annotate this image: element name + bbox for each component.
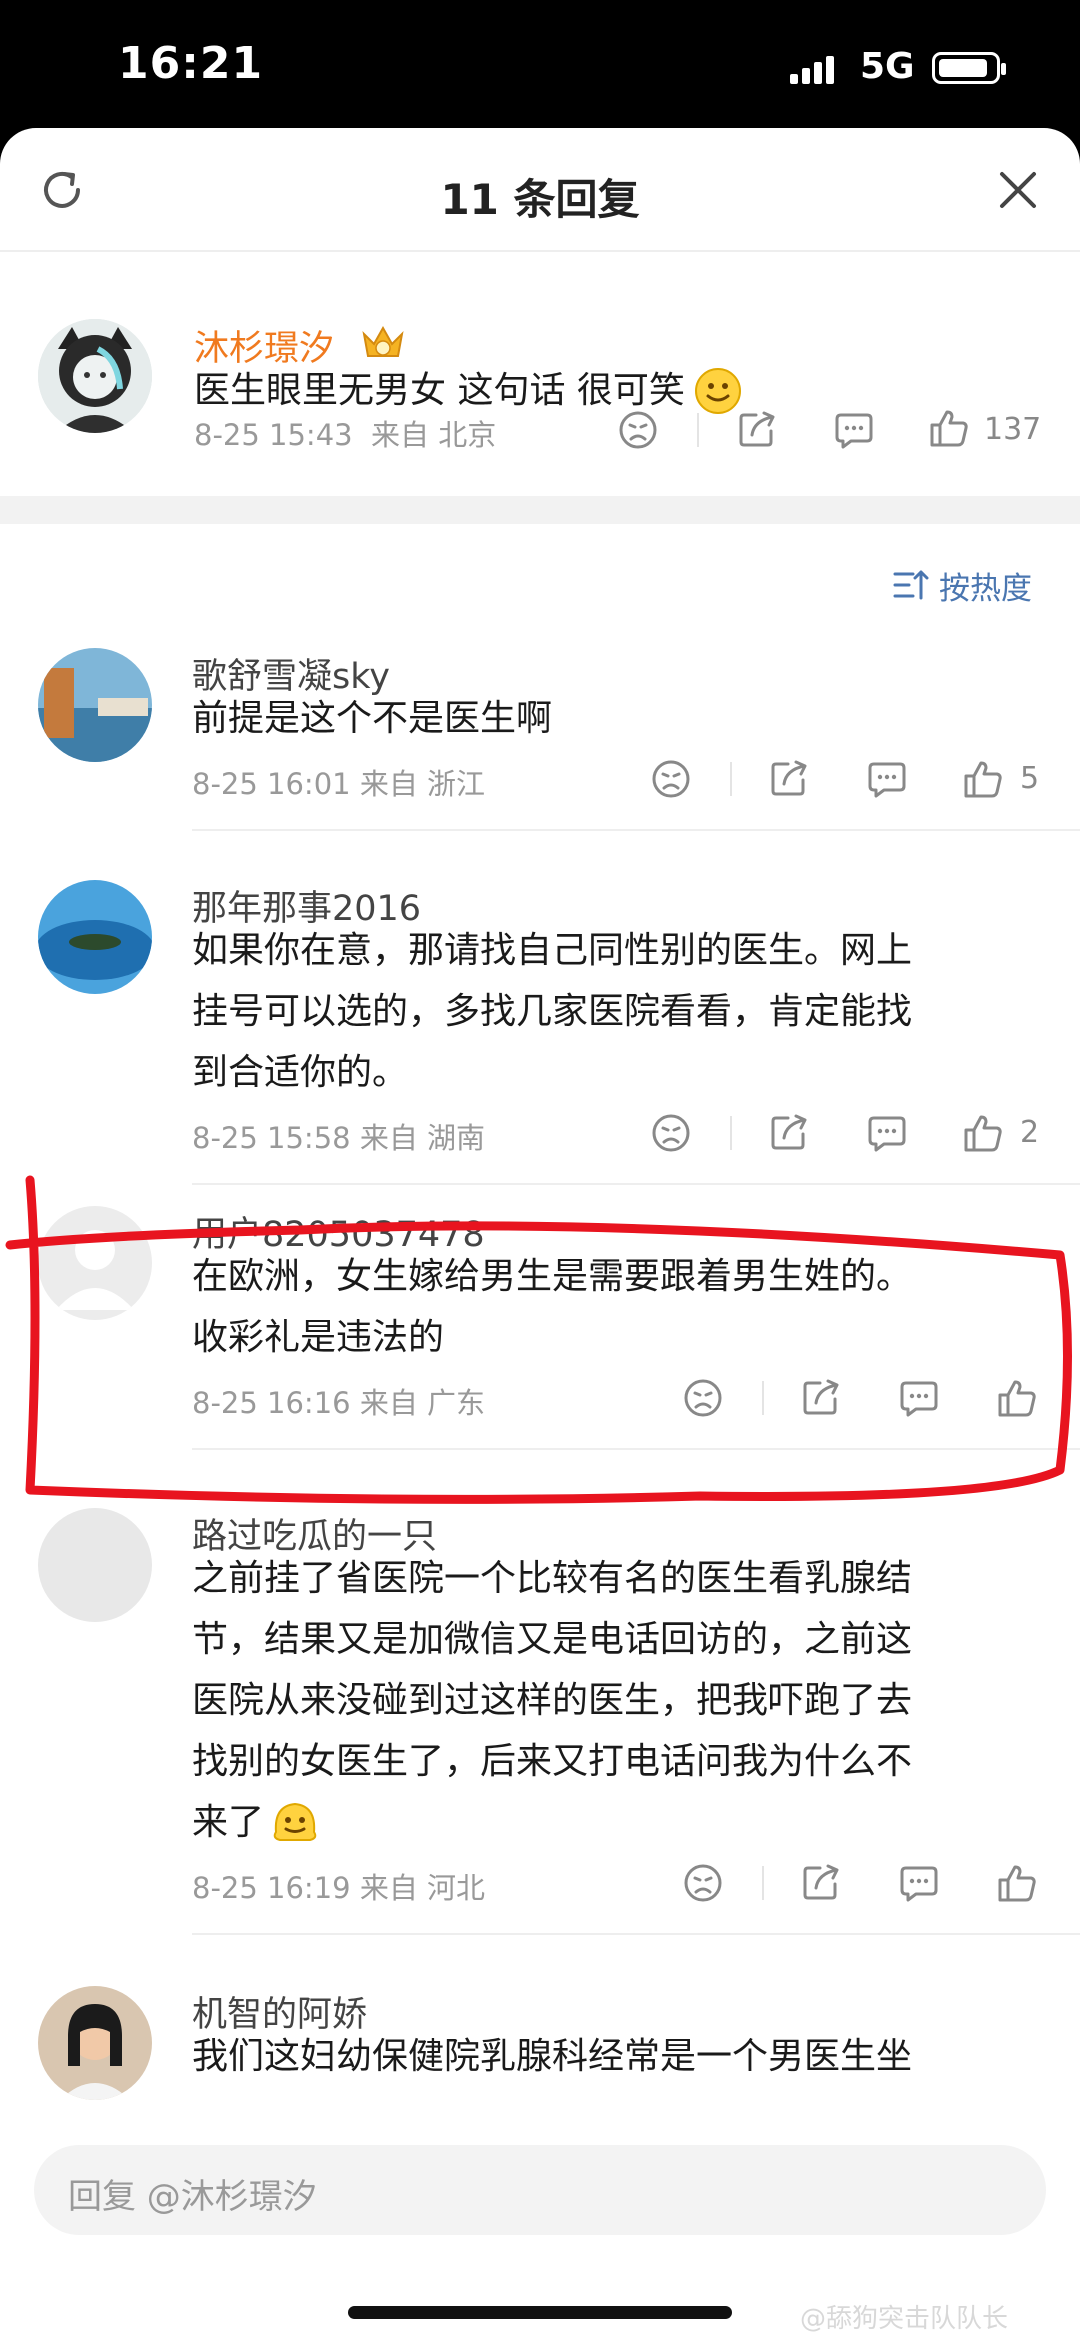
avatar[interactable] [38, 319, 152, 433]
reply-text-line: 找别的女医生了，后来又打电话问我为什么不 [192, 1741, 913, 1782]
sort-by-heat-button[interactable]: 按热度 [893, 564, 1032, 607]
avatar-image-icon [38, 880, 152, 994]
comment-icon[interactable] [898, 1377, 940, 1419]
share-icon[interactable] [768, 1112, 810, 1154]
watermark: @舔狗突击队队长 [800, 2304, 1009, 2334]
reply-text-line: 在欧洲，女生嫁给男生是需要跟着男生姓的。 [192, 1256, 913, 1297]
section-gap [0, 496, 1080, 524]
reply-meta: 8-25 16:16 来自 广东 [192, 1380, 485, 1422]
original-date: 8-25 15:43 [194, 418, 353, 452]
share-icon[interactable] [800, 1862, 842, 1904]
reply-text-line: 前提是这个不是医生啊 [192, 698, 553, 739]
dislike-icon[interactable] [650, 1112, 692, 1154]
comment-icon[interactable] [898, 1862, 940, 1904]
like-count: 137 [984, 412, 1042, 447]
like-icon[interactable] [996, 1377, 1038, 1419]
reply-text-line: 来了 [192, 1792, 912, 1853]
melting-face-emoji-icon [273, 1802, 317, 1841]
original-location: 来自 北京 [371, 418, 497, 452]
close-icon[interactable] [996, 168, 1040, 212]
avatar-image-icon [38, 1508, 152, 1622]
divider [762, 1381, 764, 1415]
comment-icon[interactable] [866, 1112, 908, 1154]
home-indicator [348, 2306, 732, 2319]
divider [730, 762, 732, 796]
avatar-image-icon [38, 1206, 152, 1320]
comment-icon[interactable] [833, 409, 875, 451]
avatar[interactable] [38, 1986, 152, 2100]
like-icon[interactable] [962, 758, 1004, 800]
like-icon[interactable] [928, 407, 970, 449]
dislike-icon[interactable] [617, 409, 659, 451]
like-count: 2 [1020, 1115, 1040, 1150]
reply-location: 来自 河北 [359, 1871, 486, 1905]
status-time: 16:21 [118, 38, 264, 89]
share-icon[interactable] [768, 758, 810, 800]
sheet-title: 11 条回复 [440, 175, 640, 224]
reply-divider [192, 1183, 1080, 1185]
reply-date: 8-25 16:01 [192, 767, 351, 801]
reply-text-line: 之前挂了省医院一个比较有名的医生看乳腺结 [192, 1558, 913, 1599]
avatar[interactable] [38, 880, 152, 994]
reply-meta: 8-25 16:19 来自 河北 [192, 1865, 485, 1907]
avatar-image-icon [38, 1986, 152, 2100]
status-bar: 16:21 5G [0, 0, 1080, 135]
sort-label: 按热度 [939, 570, 1032, 607]
reply-text: 之前挂了省医院一个比较有名的医生看乳腺结 节，结果又是加微信又是电话回访的，之前这… [192, 1548, 912, 1853]
reply-text-line: 我们这妇幼保健院乳腺科经常是一个男医生坐 [192, 2036, 913, 2077]
like-icon[interactable] [996, 1862, 1038, 1904]
dislike-icon[interactable] [650, 758, 692, 800]
reply-date: 8-25 16:19 [192, 1871, 351, 1905]
reply-text-line: 医院从来没碰到过这样的医生，把我吓跑了去 [192, 1680, 913, 1721]
avatar-image-icon [38, 319, 152, 433]
divider [697, 413, 699, 447]
smile-emoji-icon [694, 367, 741, 414]
reply-text-line: 如果你在意，那请找自己同性别的医生。网上 [192, 930, 913, 971]
avatar-image-icon [38, 648, 152, 762]
reply-location: 来自 浙江 [359, 767, 486, 801]
reply-text-line: 到合适你的。 [192, 1052, 409, 1093]
reply-meta: 8-25 16:01 来自 浙江 [192, 761, 485, 803]
reply-divider [192, 1933, 1080, 1935]
sheet-header: 11 条回复 [0, 128, 1080, 252]
reply-text-line: 收彩礼是违法的 [192, 1317, 445, 1358]
reply-divider [192, 829, 1080, 831]
reply-text: 在欧洲，女生嫁给男生是需要跟着男生姓的。 收彩礼是违法的 [192, 1246, 912, 1368]
signal-icon [790, 56, 834, 84]
original-meta: 8-25 15:43 来自 北京 [194, 412, 496, 454]
dislike-icon[interactable] [682, 1377, 724, 1419]
divider [762, 1866, 764, 1900]
dislike-icon[interactable] [682, 1862, 724, 1904]
reply-date: 8-25 15:58 [192, 1121, 351, 1155]
reply-location: 来自 广东 [359, 1386, 486, 1420]
avatar[interactable] [38, 1508, 152, 1622]
reply-text: 如果你在意，那请找自己同性别的医生。网上 挂号可以选的，多找几家医院看看，肯定能找… [192, 920, 912, 1103]
avatar[interactable] [38, 1206, 152, 1320]
reply-text-line: 节，结果又是加微信又是电话回访的，之前这 [192, 1619, 913, 1660]
share-icon[interactable] [736, 409, 778, 451]
reply-text: 我们这妇幼保健院乳腺科经常是一个男医生坐 [192, 2026, 912, 2087]
reply-meta: 8-25 15:58 来自 湖南 [192, 1115, 485, 1157]
avatar[interactable] [38, 648, 152, 762]
comment-icon[interactable] [866, 758, 908, 800]
network-type: 5G [860, 46, 915, 87]
reply-input[interactable]: 回复 @沐杉璟汐 [34, 2145, 1046, 2235]
reply-location: 来自 湖南 [359, 1121, 486, 1155]
share-icon[interactable] [800, 1377, 842, 1419]
crown-badge-icon [362, 325, 404, 357]
divider [730, 1116, 732, 1150]
reply-date: 8-25 16:16 [192, 1386, 351, 1420]
reply-input-placeholder: 回复 @沐杉璟汐 [68, 2177, 317, 2217]
sort-icon [893, 570, 929, 600]
reply-text: 前提是这个不是医生啊 [192, 688, 552, 749]
original-comment: 沐杉璟汐 医生眼里无男女 这句话 很可笑 8-25 15:43 来自 北京 13… [0, 252, 1080, 612]
like-icon[interactable] [962, 1112, 1004, 1154]
reply-text-line: 挂号可以选的，多找几家医院看看，肯定能找 [192, 991, 913, 1032]
battery-icon [932, 52, 1006, 84]
like-count: 5 [1020, 761, 1040, 796]
reply-divider [192, 1448, 1080, 1450]
replies-sheet: 11 条回复 沐杉璟汐 医生眼里无男女 这句话 很可笑 8-25 15:43 来… [0, 128, 1080, 2337]
